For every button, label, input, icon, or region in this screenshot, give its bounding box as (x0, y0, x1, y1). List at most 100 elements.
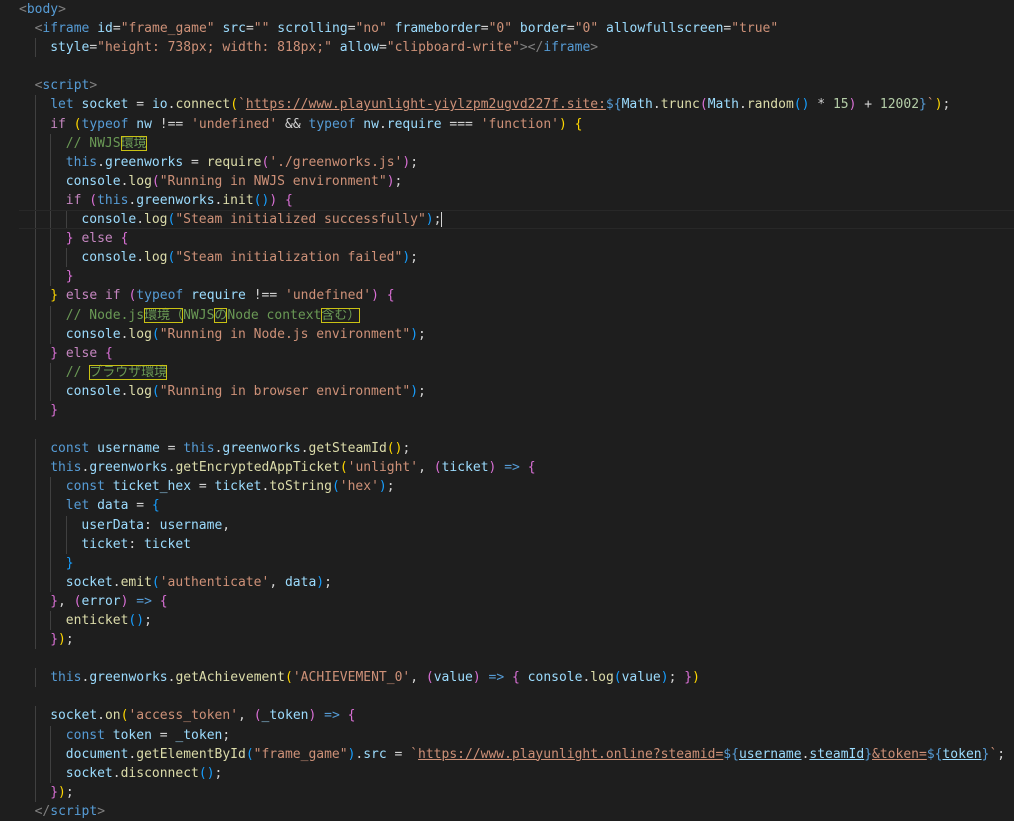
indent-guide (50, 381, 52, 401)
code-line[interactable]: } else { (0, 343, 1014, 363)
code-line[interactable]: this.greenworks.getEncryptedAppTicket('u… (0, 458, 1014, 478)
code-token: () (386, 441, 403, 457)
code-line[interactable]: } (0, 553, 1014, 573)
code-line[interactable]: console.log("Steam initialized successfu… (19, 210, 1014, 230)
code-line[interactable]: socket.on('access_token', (_token) => { (0, 706, 1014, 726)
indent-guide (50, 152, 52, 172)
code-line[interactable]: let data = { (0, 496, 1014, 516)
code-line[interactable]: }, (error) => { (0, 591, 1014, 611)
code-line[interactable]: enticket(); (0, 611, 1014, 631)
indent-guide (34, 611, 36, 631)
code-line[interactable]: <iframe id="frame_game" src="" scrolling… (0, 19, 1014, 38)
code-line[interactable]: if (this.greenworks.init()) { (0, 190, 1014, 211)
code-token: . (136, 212, 145, 228)
code-line[interactable]: userData: username, (0, 515, 1014, 535)
code-line[interactable]: // ブラウザ環境 (0, 362, 1014, 382)
code-token: : (128, 536, 145, 552)
code-token: ${ (723, 746, 739, 762)
code-line[interactable]: ticket: ticket (0, 534, 1014, 554)
code-token: "Steam initialized successfully" (175, 212, 426, 228)
code-line[interactable]: console.log("Running in Node.js environm… (0, 324, 1014, 344)
code-token: greenworks (104, 154, 184, 170)
code-token: steamId (809, 746, 865, 762)
code-token: . (739, 97, 747, 113)
indent-guide (34, 248, 36, 268)
code-token: typeof (81, 116, 129, 132)
code-line[interactable]: document.getElementById("frame_game").sr… (0, 744, 1014, 764)
code-line[interactable]: } else { (0, 229, 1014, 249)
indent-guide (65, 211, 67, 229)
code-token: < (19, 2, 27, 17)
code-token: ; (394, 173, 403, 189)
indent-guide (50, 763, 52, 783)
code-token: } (50, 593, 59, 609)
code-line[interactable]: // Node.js環境（NWJSのNode context含む） (0, 305, 1014, 325)
indent-guide (34, 343, 36, 363)
code-line[interactable]: const token = _token; (0, 725, 1014, 745)
code-token: ( (331, 479, 340, 495)
code-token: border (519, 21, 567, 37)
code-line[interactable]: console.log("Running in NWJS environment… (0, 171, 1014, 191)
indent-guide (50, 190, 52, 211)
code-line[interactable]: }); (0, 782, 1014, 802)
code-line[interactable]: if (typeof nw !== 'undefined' && typeof … (0, 114, 1014, 134)
code-token: greenworks (89, 460, 168, 476)
code-line[interactable]: }); (0, 630, 1014, 650)
code-line[interactable]: // NWJS環境 (0, 133, 1014, 153)
code-line[interactable] (0, 687, 1014, 706)
code-token: . (97, 154, 105, 170)
indent-guide (34, 305, 36, 325)
code-token: log (590, 670, 614, 686)
code-line[interactable]: this.greenworks.getAchievement('ACHIEVEM… (0, 668, 1014, 688)
code-token: ` (410, 746, 419, 762)
code-token: ticket (144, 536, 191, 552)
code-line[interactable]: <script> (0, 76, 1014, 95)
code-token: const (65, 479, 105, 495)
code-token: 'hex' (339, 479, 379, 495)
code-token: ( (245, 746, 254, 762)
code-line[interactable]: style="height: 738px; width: 818px;" all… (0, 38, 1014, 58)
code-line[interactable]: } (0, 400, 1014, 421)
code-line[interactable] (0, 649, 1014, 668)
code-token: } (65, 231, 74, 247)
indent-guide (34, 744, 36, 764)
code-line[interactable]: socket.emit('authenticate', data); (0, 572, 1014, 592)
code-token: = (89, 40, 98, 56)
code-line[interactable] (0, 420, 1014, 439)
indent-guide (34, 668, 36, 688)
code-token: // NWJS (65, 135, 121, 151)
code-line[interactable]: let socket = io.connect(`https://www.pla… (0, 95, 1014, 115)
code-token: body (26, 2, 59, 17)
code-token: socket (65, 765, 113, 781)
code-token: "Running in Node.js environment" (159, 326, 411, 342)
code-token: ( (151, 383, 160, 399)
code-line[interactable]: console.log("Running in browser environm… (0, 381, 1014, 401)
code-line[interactable]: } else if (typeof require !== 'undefined… (0, 286, 1014, 306)
code-line[interactable]: console.log("Steam initialization failed… (0, 248, 1014, 268)
indent-guide (34, 229, 36, 249)
code-line[interactable]: const ticket_hex = ticket.toString('hex'… (0, 477, 1014, 497)
code-line[interactable]: </script> (0, 802, 1014, 821)
code-token: ; (65, 632, 74, 648)
code-token: iframe (42, 21, 90, 37)
indent-guide (50, 611, 52, 631)
code-line[interactable]: const username = this.greenworks.getStea… (0, 439, 1014, 459)
indent-guide (34, 496, 36, 516)
code-line[interactable] (0, 57, 1014, 76)
indent-guide (50, 133, 52, 153)
code-token: getAchievement (175, 670, 286, 686)
code-line[interactable]: } (0, 267, 1014, 287)
code-token: ( (253, 708, 262, 724)
code-token: = (112, 21, 121, 37)
indent-guide (50, 229, 52, 249)
code-line[interactable]: <body> (0, 0, 1014, 19)
code-line[interactable]: this.greenworks = require('./greenworks.… (0, 152, 1014, 172)
code-line[interactable]: socket.disconnect(); (0, 763, 1014, 783)
code-token: ) (660, 670, 669, 686)
code-editor[interactable]: <body> <iframe id="frame_game" src="" scr… (0, 0, 1014, 819)
indent-guide (65, 534, 67, 554)
